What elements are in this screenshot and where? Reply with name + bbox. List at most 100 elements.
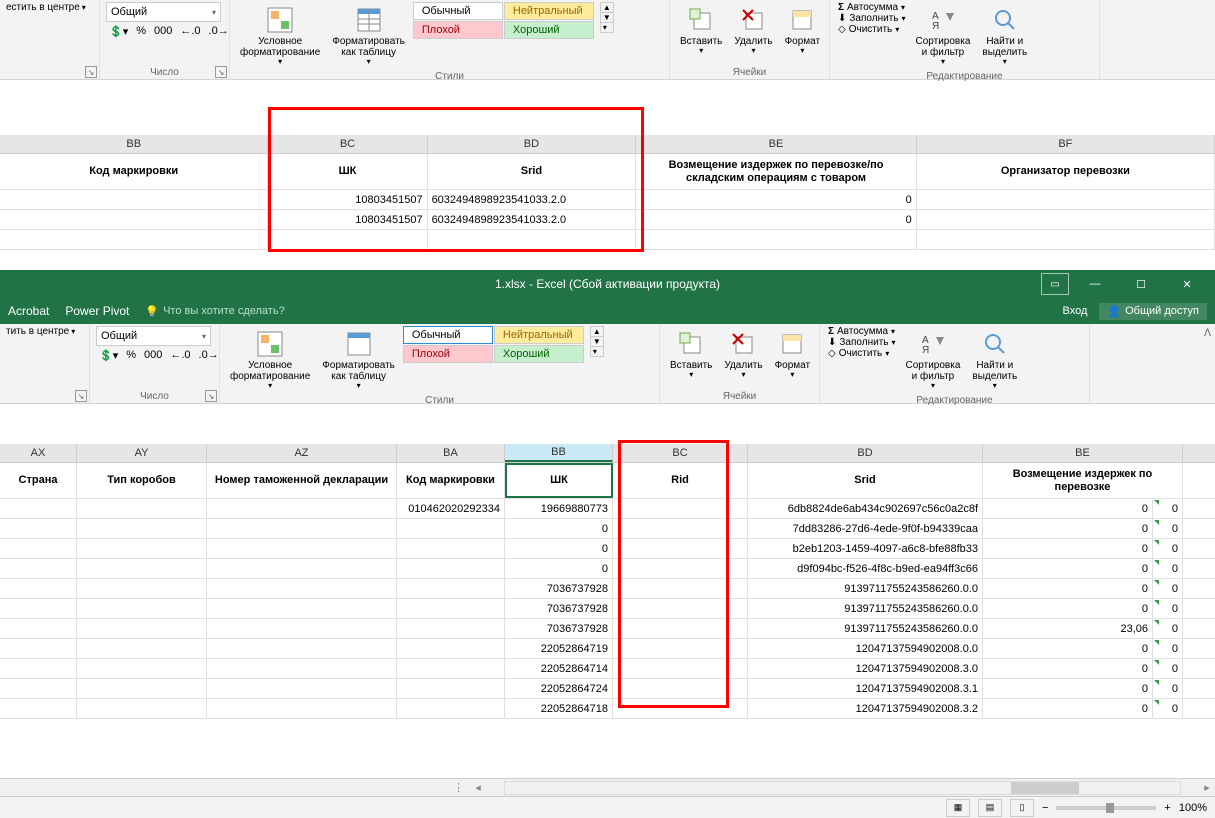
cell[interactable]: 0 xyxy=(1153,539,1183,558)
zoom-slider[interactable] xyxy=(1056,806,1156,810)
style-good[interactable]: Хороший xyxy=(504,21,594,39)
cell[interactable] xyxy=(207,619,397,638)
cell[interactable] xyxy=(613,539,748,558)
cell[interactable]: 0 xyxy=(636,210,916,229)
dialog-launcher-icon[interactable]: ↘ xyxy=(75,390,87,402)
cell[interactable] xyxy=(397,599,505,618)
number-format-combo[interactable]: Общий▾ xyxy=(106,2,221,22)
cell[interactable] xyxy=(397,639,505,658)
col-header-BB[interactable]: BB xyxy=(505,444,613,462)
cell[interactable] xyxy=(0,639,77,658)
cell[interactable] xyxy=(917,210,1215,229)
cell[interactable]: 22052864718 xyxy=(505,699,613,718)
cell[interactable] xyxy=(397,519,505,538)
cell[interactable]: 0 xyxy=(983,559,1153,578)
cell[interactable] xyxy=(207,699,397,718)
dec-decimal-btn[interactable]: .0→ xyxy=(196,348,222,363)
cell[interactable]: 0 xyxy=(983,679,1153,698)
cell[interactable]: d9f094bc-f526-4f8c-b9ed-ea94ff3c66 xyxy=(748,559,983,578)
style-normal[interactable]: Обычный xyxy=(413,2,503,20)
zoom-out-btn[interactable]: − xyxy=(1042,802,1048,814)
style-bad[interactable]: Плохой xyxy=(403,345,493,363)
cell[interactable] xyxy=(0,659,77,678)
cell[interactable]: b2eb1203-1459-4097-a6c8-bfe88fb33 xyxy=(748,539,983,558)
cell[interactable] xyxy=(397,619,505,638)
sort-filter-btn[interactable]: AЯСортировка и фильтр▾ xyxy=(902,326,965,393)
cell[interactable] xyxy=(207,599,397,618)
find-select-btn[interactable]: Найти и выделить▾ xyxy=(978,2,1031,69)
dialog-launcher-icon[interactable]: ↘ xyxy=(205,390,217,402)
col-header-BF[interactable]: BF xyxy=(917,135,1215,153)
cell[interactable] xyxy=(207,639,397,658)
merge-center-btn[interactable]: естить в центре ▾ xyxy=(6,2,93,13)
conditional-formatting-btn[interactable]: Условное форматирование▾ xyxy=(236,2,324,69)
col-header-BC[interactable]: BC xyxy=(613,444,748,462)
cell[interactable]: 12047137594902008.3.1 xyxy=(748,679,983,698)
gallery-down-icon[interactable]: ▼ xyxy=(601,13,613,23)
cell[interactable] xyxy=(0,190,268,209)
find-select-btn[interactable]: Найти и выделить▾ xyxy=(968,326,1021,393)
gallery-more-icon[interactable]: ▾ xyxy=(591,347,603,356)
view-page-layout-icon[interactable]: ▤ xyxy=(978,799,1002,817)
cell[interactable] xyxy=(0,499,77,518)
sort-filter-btn[interactable]: AЯСортировка и фильтр▾ xyxy=(912,2,975,69)
cell[interactable]: 19669880773 xyxy=(505,499,613,518)
cell[interactable]: 0 xyxy=(1153,679,1183,698)
clear-btn[interactable]: ◇Очистить ▾ xyxy=(836,24,908,35)
style-good[interactable]: Хороший xyxy=(494,345,584,363)
cell[interactable] xyxy=(397,659,505,678)
cell[interactable] xyxy=(207,499,397,518)
cell[interactable] xyxy=(77,699,207,718)
cell[interactable] xyxy=(207,679,397,698)
cell[interactable]: 10803451507 xyxy=(268,210,427,229)
cell[interactable]: 0 xyxy=(1153,519,1183,538)
cell[interactable]: 0 xyxy=(1153,699,1183,718)
maximize-btn[interactable]: ☐ xyxy=(1121,270,1161,298)
cell[interactable]: 0 xyxy=(505,519,613,538)
cell[interactable] xyxy=(77,539,207,558)
col-header-BE[interactable]: BE xyxy=(983,444,1183,462)
cell[interactable] xyxy=(207,539,397,558)
tab-powerpivot[interactable]: Power Pivot xyxy=(65,304,129,318)
cell[interactable]: 10803451507 xyxy=(268,190,427,209)
zoom-level[interactable]: 100% xyxy=(1179,802,1207,814)
inc-decimal-btn[interactable]: ←.0 xyxy=(177,24,203,39)
col-header-BD[interactable]: BD xyxy=(428,135,637,153)
col-header-BC[interactable]: BC xyxy=(268,135,427,153)
cell[interactable] xyxy=(77,579,207,598)
cell[interactable]: 0 xyxy=(1153,599,1183,618)
cell[interactable]: 0 xyxy=(1153,579,1183,598)
percent-btn[interactable]: % xyxy=(123,348,139,363)
cell[interactable]: 0 xyxy=(505,539,613,558)
cell[interactable] xyxy=(77,679,207,698)
tab-acrobat[interactable]: Acrobat xyxy=(8,304,49,318)
cell[interactable] xyxy=(397,559,505,578)
view-normal-icon[interactable]: ▦ xyxy=(946,799,970,817)
dialog-launcher-icon[interactable]: ↘ xyxy=(85,66,97,78)
collapse-ribbon-icon[interactable]: ᐱ xyxy=(1204,328,1211,339)
cell[interactable] xyxy=(77,599,207,618)
cell[interactable] xyxy=(207,579,397,598)
currency-btn[interactable]: 💲▾ xyxy=(106,24,131,39)
style-neutral[interactable]: Нейтральный xyxy=(494,326,584,344)
fill-btn[interactable]: ⬇Заполнить ▾ xyxy=(836,13,908,24)
col-header-BB[interactable]: BB xyxy=(0,135,268,153)
gallery-more-icon[interactable]: ▾ xyxy=(601,23,613,32)
cell[interactable] xyxy=(0,519,77,538)
cell[interactable] xyxy=(917,190,1215,209)
ribbon-display-icon[interactable]: ▭ xyxy=(1041,273,1069,295)
cell[interactable] xyxy=(0,579,77,598)
format-as-table-btn[interactable]: Форматировать как таблицу▾ xyxy=(328,2,409,69)
hdr-BC[interactable]: ШК xyxy=(268,154,427,189)
cell[interactable]: 12047137594902008.0.0 xyxy=(748,639,983,658)
cell[interactable]: 6032494898923541033.2.0 xyxy=(428,190,637,209)
col-header-AX[interactable]: AX xyxy=(0,444,77,462)
cell[interactable] xyxy=(397,679,505,698)
cell[interactable] xyxy=(613,659,748,678)
cell[interactable]: 9139711755243586260.0.0 xyxy=(748,619,983,638)
minimize-btn[interactable]: — xyxy=(1075,270,1115,298)
autosum-btn[interactable]: ΣАвтосумма ▾ xyxy=(836,2,908,13)
cell[interactable] xyxy=(0,210,268,229)
cell[interactable] xyxy=(613,679,748,698)
cell[interactable]: 7036737928 xyxy=(505,599,613,618)
